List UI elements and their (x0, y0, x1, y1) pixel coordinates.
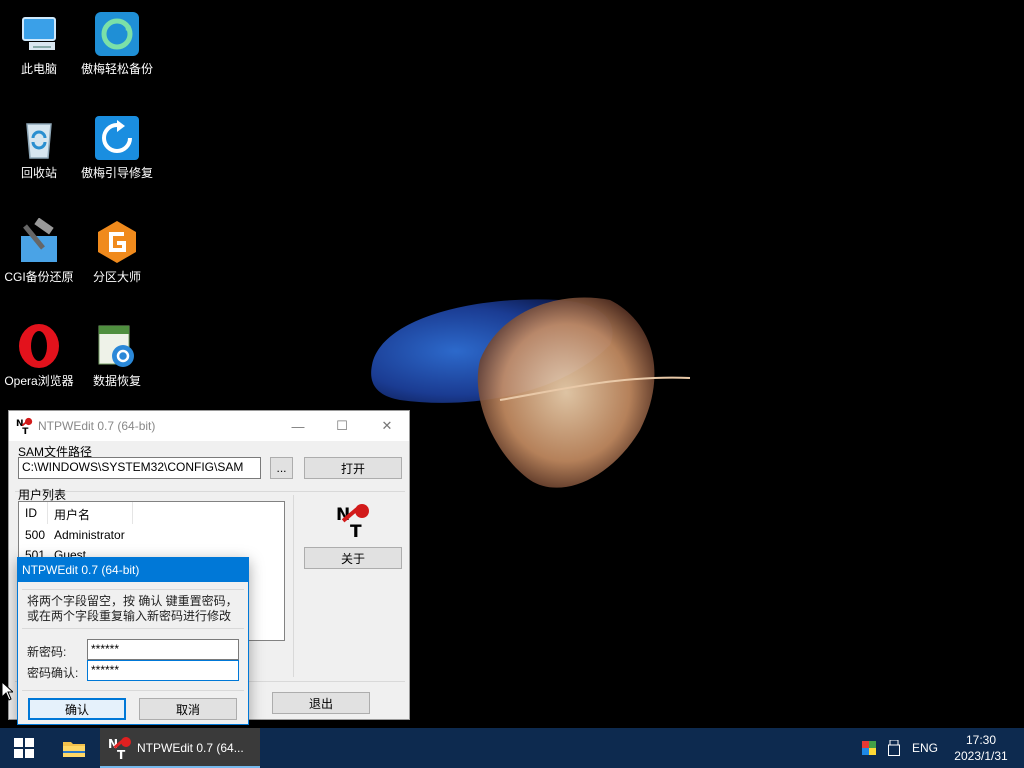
data-recovery-icon (93, 322, 141, 370)
close-button[interactable]: ✕ (364, 411, 410, 441)
partition-icon (93, 218, 141, 266)
desktop-icon-label: 分区大师 (92, 270, 141, 284)
ok-button[interactable]: 确认 (28, 698, 126, 720)
main-titlebar[interactable]: N T NTPWEdit 0.7 (64-bit) — ☐ ✕ (9, 411, 409, 441)
cgi-backup-icon (15, 217, 63, 266)
divider (22, 690, 244, 691)
new-password-label: 新密码: (27, 645, 67, 659)
tray-usb-icon-wrap[interactable] (888, 728, 908, 768)
backup-icon (93, 10, 141, 58)
browse-button[interactable]: ... (270, 457, 293, 479)
svg-text:T: T (350, 522, 362, 539)
vertical-divider (293, 495, 294, 677)
divider (22, 589, 244, 590)
start-button[interactable] (0, 728, 48, 768)
ntpwedit-app-icon: N T (108, 737, 131, 760)
desktop-icon-opera[interactable]: Opera浏览器 (0, 316, 78, 412)
windows-logo-icon (14, 738, 34, 758)
dialog-message: 将两个字段留空，按 确认 键重置密码， 或在两个字段重复输入新密码进行修改 (27, 594, 241, 624)
clock[interactable]: 17:30 2023/1/31 (946, 732, 1016, 764)
desktop-icon-label: 傲梅引导修复 (80, 166, 153, 180)
dialog-titlebar[interactable]: NTPWEdit 0.7 (64-bit) (18, 558, 248, 582)
main-window-title: NTPWEdit 0.7 (64-bit) (38, 419, 156, 433)
boot-repair-icon (93, 114, 141, 162)
divider (15, 491, 405, 492)
desktop-icon-recycle-bin[interactable]: 回收站 (0, 108, 78, 204)
confirm-password-label: 密码确认: (27, 666, 79, 680)
taskbar-app-label: NTPWEdit 0.7 (64... (137, 741, 244, 755)
mouse-cursor-icon (1, 681, 13, 701)
desktop-icon-this-pc[interactable]: 此电脑 (0, 4, 78, 100)
desktop-icon-label: Opera浏览器 (4, 374, 74, 388)
sam-path-input[interactable]: C:\WINDOWS\SYSTEM32\CONFIG\SAM (18, 457, 261, 479)
clock-time: 17:30 (965, 733, 997, 747)
change-password-dialog: NTPWEdit 0.7 (64-bit) 将两个字段留空，按 确认 键重置密码… (17, 557, 249, 725)
cancel-button[interactable]: 取消 (139, 698, 237, 720)
open-button[interactable]: 打开 (304, 457, 402, 479)
tray-color-icon-wrap[interactable] (862, 728, 882, 768)
minimize-button[interactable]: — (275, 411, 321, 441)
about-button[interactable]: 关于 (304, 547, 402, 569)
confirm-password-field[interactable]: ****** (87, 660, 239, 681)
desktop-icon-label: CGI备份还原 (4, 270, 74, 284)
desktop-icon-aomei-backupper[interactable]: 傲梅轻松备份 (78, 4, 156, 100)
taskbar: N T NTPWEdit 0.7 (64... ENG 17:30 2023/1… (0, 728, 1024, 768)
folder-icon (63, 742, 85, 757)
taskbar-ntpwedit-button[interactable]: N T NTPWEdit 0.7 (64... (100, 728, 260, 768)
user-row[interactable]: 500 Administrator (19, 525, 284, 545)
desktop-icon-label: 数据恢复 (92, 374, 141, 388)
language-indicator[interactable]: ENG (912, 728, 940, 768)
svg-text:T: T (22, 427, 29, 435)
clock-date: 2023/1/31 (954, 749, 1008, 763)
user-id: 500 (25, 528, 46, 542)
column-header-id[interactable]: ID (19, 502, 48, 524)
dialog-message-line1: 将两个字段留空，按 确认 键重置密码， (27, 594, 238, 608)
desktop-icon-data-recovery[interactable]: 数据恢复 (78, 316, 156, 412)
usb-drive-icon (888, 740, 900, 756)
file-explorer-button[interactable] (50, 728, 98, 768)
exit-button[interactable]: 退出 (272, 692, 370, 714)
maximize-button[interactable]: ☐ (319, 411, 365, 441)
desktop-icon-aomei-boot-repair[interactable]: 傲梅引导修复 (78, 108, 156, 204)
user-list-header: ID 用户名 (19, 502, 284, 525)
color-management-icon (862, 741, 876, 755)
desktop-icon-label: 傲梅轻松备份 (80, 62, 153, 76)
new-password-field[interactable]: ****** (87, 639, 239, 660)
computer-icon (15, 10, 63, 58)
desktop-icon-label: 回收站 (20, 166, 57, 180)
opera-icon (15, 322, 63, 370)
desktop-icon-partition-master[interactable]: 分区大师 (78, 212, 156, 308)
desktop-icon-cgi-backup[interactable]: CGI备份还原 (0, 212, 78, 308)
ntpwedit-app-icon: N T (16, 417, 33, 435)
divider (22, 628, 244, 629)
dialog-message-line2: 或在两个字段重复输入新密码进行修改 (27, 609, 232, 623)
ntpwedit-logo-icon: N T (336, 504, 369, 539)
user-name: Administrator (54, 528, 125, 542)
recycle-bin-icon (15, 114, 63, 162)
desktop-icon-label: 此电脑 (20, 62, 57, 76)
column-header-username[interactable]: 用户名 (48, 502, 133, 524)
svg-text:T: T (117, 748, 126, 760)
